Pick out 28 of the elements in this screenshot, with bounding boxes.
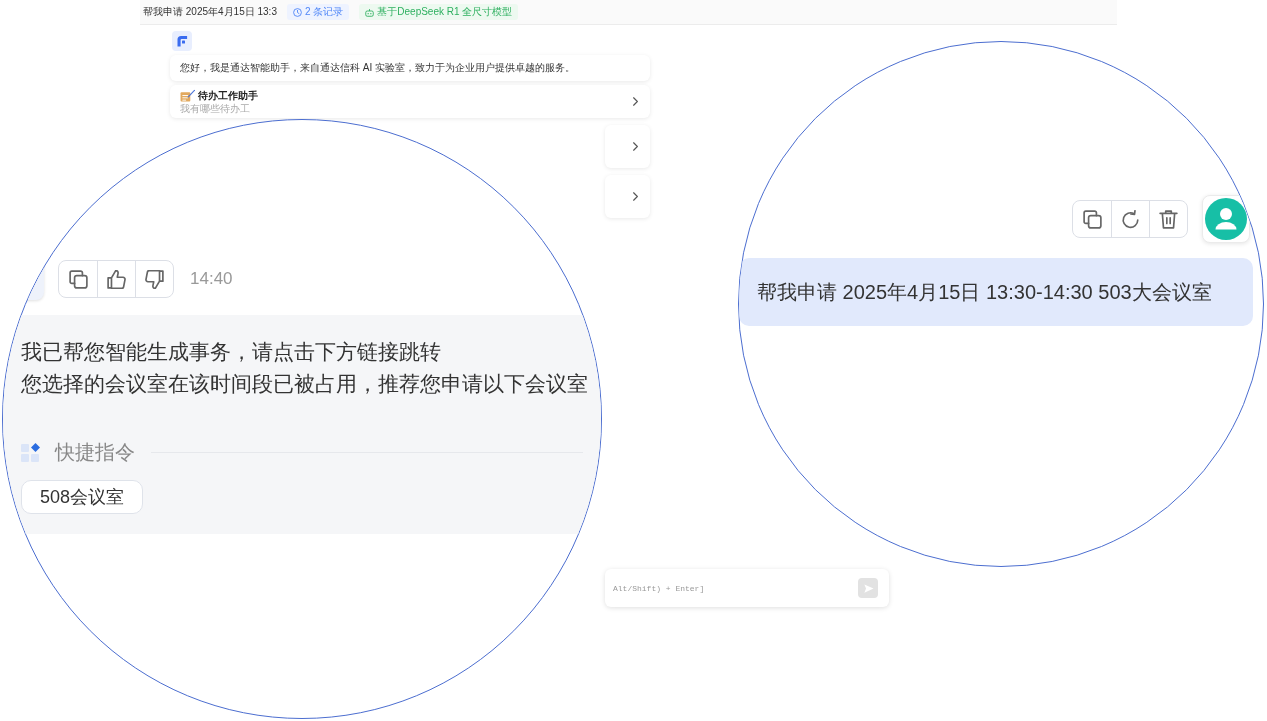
copy-icon bbox=[1082, 209, 1102, 229]
refresh-icon bbox=[1121, 209, 1140, 229]
message-text: 帮我申请 2025年4月15日 13:30-14:30 503大会议室 bbox=[757, 279, 1212, 305]
thumbs-up-icon bbox=[107, 269, 126, 289]
thumbs-down-icon bbox=[145, 269, 164, 289]
card-subtitle: 我有哪些待办工 bbox=[180, 102, 250, 115]
send-icon bbox=[862, 582, 874, 594]
user-avatar-icon bbox=[1202, 195, 1250, 243]
notepad-pencil-icon bbox=[180, 88, 195, 102]
clock-icon bbox=[292, 7, 302, 17]
chevron-right-icon bbox=[633, 192, 638, 201]
quick-command-option[interactable]: 508会议室 bbox=[21, 480, 144, 514]
model-name: 基于DeepSeek R1 全尺寸模型 bbox=[377, 6, 513, 18]
logo-icon bbox=[172, 31, 192, 51]
conversation-title: 帮我申请 2025年4月15日 13:3 bbox=[143, 5, 277, 19]
shortcut-card[interactable]: 待办工作助手 我有哪些待办工 bbox=[170, 85, 650, 118]
message-input[interactable]: Alt/Shift) + Enter] bbox=[613, 573, 850, 603]
copy-icon bbox=[68, 269, 88, 289]
reply-text: 我已帮您智能生成事务，请点击下方链接跳转 bbox=[21, 339, 442, 365]
chevron-right-icon bbox=[633, 97, 638, 106]
trash-icon bbox=[1159, 209, 1178, 229]
message-time: 14:40 bbox=[190, 269, 233, 289]
greeting-text: 您好，我是通达智能助手，来自通达信科 AI 实验室，致力于为企业用户提供卓越的服务。 bbox=[180, 62, 576, 74]
quick-commands-icon bbox=[21, 442, 41, 462]
card-title: 待办工作助手 bbox=[198, 88, 258, 102]
robot-icon bbox=[365, 7, 375, 17]
chevron-right-icon bbox=[633, 142, 638, 151]
quick-commands-label: 快捷指令 bbox=[55, 439, 135, 465]
